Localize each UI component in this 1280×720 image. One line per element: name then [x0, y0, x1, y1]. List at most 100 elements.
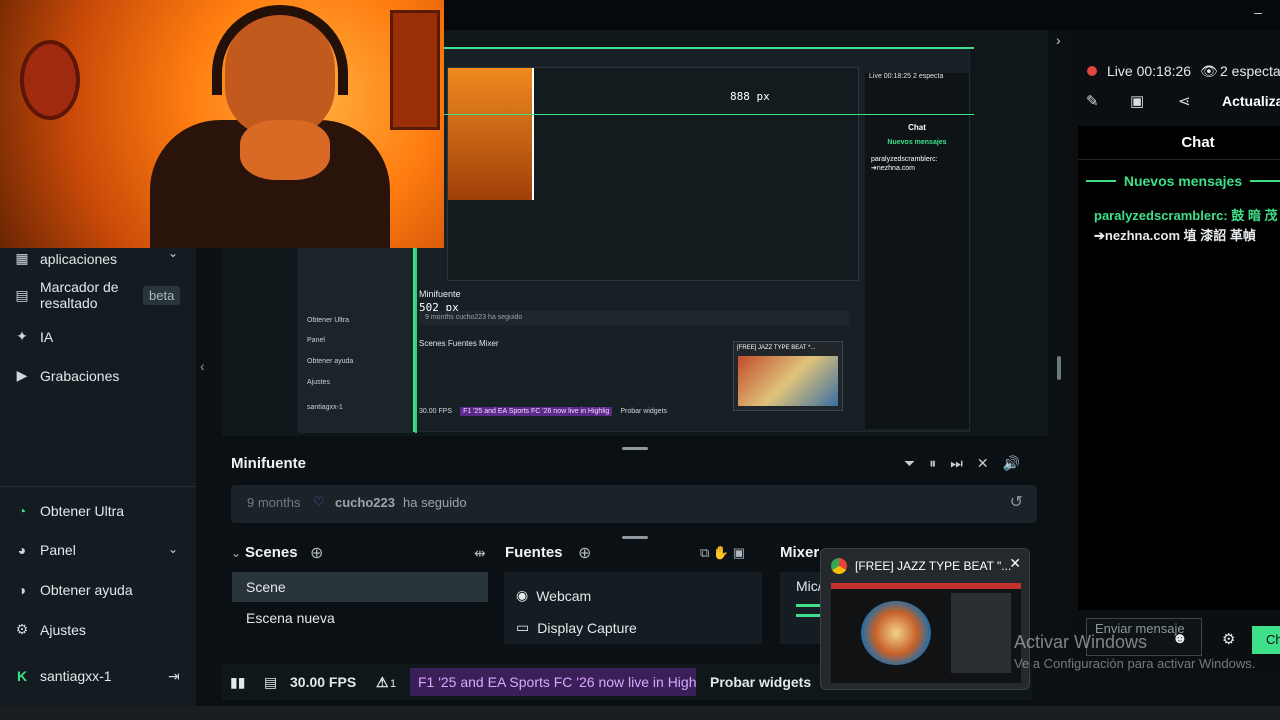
stats-icon[interactable]: ▮▮ [230, 674, 245, 691]
sparkle-icon: ✦ [16, 328, 28, 344]
chat-message-text: ➔nezhna.com 埴 漆詔 革幀 [1094, 228, 1256, 243]
close-icon[interactable]: ✕ [1009, 555, 1021, 572]
edit-icon[interactable]: ✎ [1086, 92, 1099, 110]
inner-fps: 30.00 FPS [419, 408, 453, 415]
source-label: Display Capture [537, 619, 637, 636]
eye-icon: 👁 [1200, 63, 1218, 79]
replay-icon[interactable]: ↺ [1010, 492, 1023, 512]
alert-icon[interactable]: ⚠ [376, 674, 389, 691]
fps-icon: ▤ [264, 674, 278, 690]
inner-new-messages: Nuevos mensajes [887, 139, 947, 146]
fps-readout: 30.00 FPS [290, 674, 357, 690]
drag-handle[interactable] [622, 447, 648, 450]
webcam-icon: ◉ [516, 587, 529, 603]
kick-icon: K [16, 668, 28, 684]
volume-meter [796, 614, 822, 617]
minimize-button[interactable]: – [1254, 4, 1262, 20]
divider-line [1250, 180, 1280, 182]
live-indicator [1087, 66, 1097, 76]
update-stream-button[interactable]: Actualiza [1222, 93, 1280, 109]
source-item[interactable]: ▭ Display Capture [516, 619, 637, 636]
thumbnail-sidebar [951, 593, 1011, 673]
sidebar-item-label: Panel [40, 542, 76, 558]
emoji-icon[interactable]: ☻ [1172, 630, 1188, 647]
skip-icon[interactable]: ⏭ [950, 455, 963, 472]
inner-message: paralyzedscramblerc: ➔nezhna.com [871, 156, 938, 172]
chevron-down-icon[interactable]: ⌄ [231, 546, 241, 560]
pause-icon[interactable]: ⏸ [929, 455, 936, 472]
scene-item[interactable]: Scene [232, 572, 488, 602]
person-hand [240, 120, 330, 180]
ultra-icon: ◔ [17, 503, 27, 519]
expand-chat-icon[interactable]: › [1056, 32, 1061, 48]
sidebar-item-label: aplicaciones [40, 250, 118, 267]
inner-widgets: Probar widgets [620, 408, 668, 415]
preview-scrollbar[interactable] [1057, 356, 1061, 380]
sidebar-item-label: Grabaciones [40, 367, 120, 384]
inner-popup-title: [FREE] JAZZ TYPE BEAT *... [737, 345, 816, 351]
inner-dock-titles: Scenes Fuentes Mixer [419, 339, 499, 348]
headphones [212, 5, 348, 95]
thumbnail-header [831, 583, 1021, 589]
sidebar-item-panel[interactable]: ◕ Panel [14, 542, 76, 558]
browser-tab-preview[interactable]: [FREE] JAZZ TYPE BEAT "... ✕ [820, 548, 1030, 690]
sidebar-item-ultra[interactable]: ◔ Obtener Ultra [14, 503, 124, 519]
scene-transition-icon[interactable]: ⇹ [474, 545, 486, 562]
guide-line-top [444, 47, 974, 49]
volume-icon[interactable]: 🔊 [1003, 455, 1020, 472]
guide-line-mid [444, 114, 974, 115]
source-tools-icons[interactable]: ⧉ ✋ ▣ [700, 545, 745, 561]
logout-icon[interactable]: ⇥ [168, 668, 180, 685]
sidebar-item-help[interactable]: ◑ Obtener ayuda [14, 582, 133, 598]
filter-icon[interactable]: ⏷ [904, 455, 915, 472]
panel-icon: ◕ [17, 542, 27, 558]
inner-popup-thumbnail [738, 356, 838, 406]
inner-sidebar-item: Ajustes [307, 379, 330, 386]
sidebar-item-settings[interactable]: ⚙ Ajustes [14, 621, 86, 638]
user-name: santiagxx-1 [40, 668, 112, 684]
new-messages-label: Nuevos mensajes [1123, 173, 1243, 189]
sidebar-user[interactable]: K santiagxx-1 [14, 668, 112, 684]
divider-line [1086, 180, 1116, 182]
collapse-sidebar-icon[interactable]: ‹ [200, 358, 205, 374]
add-scene-icon[interactable]: ⊕ [310, 543, 323, 563]
activity-action: ha seguido [403, 495, 467, 510]
nested-webcam [448, 68, 534, 200]
camera-icon[interactable]: ▣ [1130, 92, 1144, 110]
add-source-icon[interactable]: ⊕ [578, 543, 591, 563]
inner-sidebar-item: Obtener ayuda [307, 358, 354, 365]
chat-message-user[interactable]: paralyzedscramblerc: 鼓 暗 茂 [1094, 205, 1278, 224]
scenes-title: Scenes [245, 544, 298, 561]
highlight-icon: ▤ [15, 287, 29, 303]
source-item[interactable]: ◉ Webcam [516, 587, 591, 604]
mixer-title: Mixer [780, 544, 820, 561]
volume-meter [796, 604, 822, 607]
source-label: Webcam [536, 587, 592, 604]
new-messages-divider: Nuevos mensajes [1086, 173, 1280, 189]
apps-icon: ▦ [15, 250, 29, 266]
sidebar-item-label: Marcador de resaltado [40, 279, 119, 311]
webcam-feed [0, 0, 444, 248]
share-icon[interactable]: ⋖ [1178, 92, 1191, 110]
inner-minifuente-title: Minifuente [419, 289, 461, 299]
send-chat-button[interactable]: Ch [1252, 626, 1280, 654]
mute-alerts-icon[interactable]: ✕ [977, 455, 989, 472]
test-widgets-button[interactable]: Probar widgets [710, 674, 811, 690]
sidebar-item-label: Obtener Ultra [40, 503, 125, 519]
live-timer: Live 00:18:26 [1107, 63, 1192, 79]
inner-popup: [FREE] JAZZ TYPE BEAT *... [733, 341, 843, 411]
preview-thumbnail [831, 583, 1021, 683]
sidebar-item-highlighter[interactable]: ▤ Marcador de resaltado [14, 279, 130, 311]
inner-sidebar-item: Panel [307, 337, 325, 344]
taskbar [0, 706, 1280, 720]
inner-chat: Live 00:18:25 2 especta Chat Nuevos mens… [865, 73, 969, 429]
news-ticker[interactable]: F1 '25 and EA Sports FC '26 now live in … [410, 668, 696, 696]
sidebar-item-recordings[interactable]: ▶ Grabaciones [14, 367, 120, 384]
gear-icon[interactable]: ⚙ [1222, 630, 1235, 648]
sidebar-item-ai[interactable]: ✦ IA [14, 328, 53, 345]
chat-title: Chat [1181, 134, 1215, 151]
sidebar-item-apps[interactable]: ▦ aplicaciones [14, 250, 117, 267]
chrome-icon [831, 558, 847, 574]
scene-item[interactable]: Escena nueva [232, 603, 488, 633]
drag-handle[interactable] [622, 536, 648, 539]
